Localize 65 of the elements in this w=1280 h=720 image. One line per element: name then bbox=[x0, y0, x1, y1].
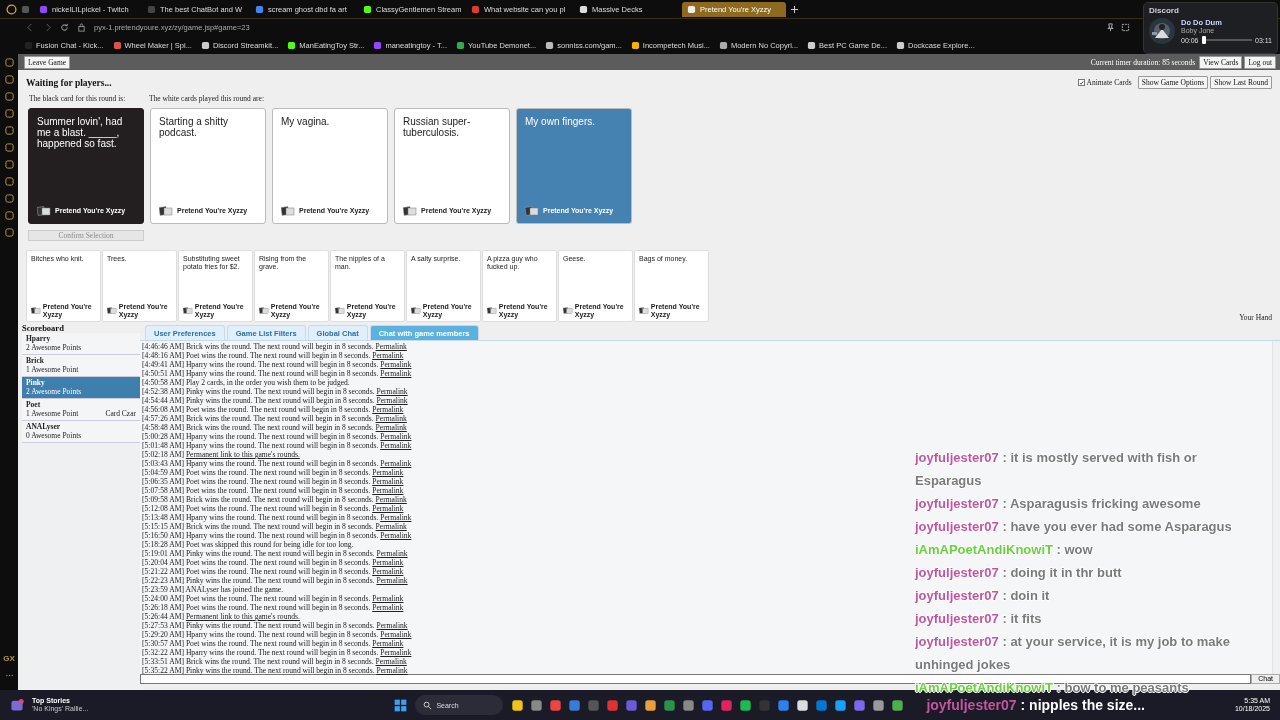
news-icon[interactable] bbox=[10, 698, 24, 712]
snapshot-icon[interactable] bbox=[1121, 23, 1130, 32]
cards-logo-icon bbox=[37, 206, 51, 216]
game-status: Waiting for players... bbox=[26, 77, 112, 88]
stream-chat-message: joyfuljester07 : Asparagusis fricking awesome bbox=[915, 495, 1202, 513]
stream-chat-message: joyfuljester07 : have you ever had some Asparagus bbox=[915, 518, 1233, 536]
browser-logo-icon[interactable] bbox=[6, 3, 17, 15]
stream-chat-message: joyfuljester07 : doing it in thr butt bbox=[915, 564, 1123, 582]
site-icon bbox=[471, 4, 480, 14]
site-icon bbox=[630, 40, 640, 50]
stream-chat-message: joyfuljester07 : at your service, it is my job to make unhinged jokes bbox=[915, 633, 1232, 674]
taskbar-app-icon[interactable] bbox=[834, 698, 848, 712]
site-icon bbox=[373, 40, 383, 50]
cards-logo-icon bbox=[281, 206, 295, 216]
new-tab-icon[interactable] bbox=[790, 4, 799, 14]
site-icon bbox=[545, 40, 555, 50]
scrollbar[interactable] bbox=[1272, 341, 1280, 674]
cards-logo-icon bbox=[259, 307, 269, 314]
site-icon bbox=[807, 40, 817, 50]
cards-logo-icon bbox=[159, 206, 173, 216]
cards-logo-icon bbox=[107, 307, 117, 314]
cards-logo-icon bbox=[403, 206, 417, 216]
cards-logo-icon bbox=[411, 307, 421, 314]
taskbar-app-icon[interactable] bbox=[644, 698, 658, 712]
site-icon bbox=[363, 4, 372, 14]
stream-chat-message: joyfuljester07 : it is mostly served with fish or Esparagus bbox=[915, 449, 1198, 490]
chat-input[interactable] bbox=[140, 674, 1252, 684]
stream-chat-message: joyfuljester07 : doin it bbox=[915, 587, 1051, 605]
cards-logo-icon bbox=[31, 307, 41, 314]
cards-logo-icon bbox=[525, 206, 539, 216]
cards-logo-icon bbox=[487, 307, 497, 314]
site-icon bbox=[112, 40, 122, 50]
site-icon bbox=[718, 40, 728, 50]
site-icon bbox=[287, 40, 297, 50]
site-icon bbox=[455, 40, 465, 50]
site-icon bbox=[200, 40, 210, 50]
site-icon bbox=[896, 40, 905, 50]
taskbar-app-icon[interactable] bbox=[891, 698, 905, 712]
site-icon bbox=[579, 4, 588, 14]
windows-start-icon[interactable] bbox=[394, 698, 408, 712]
taskbar-app-icon[interactable] bbox=[511, 698, 525, 712]
animate-cards-checkbox[interactable] bbox=[1077, 79, 1085, 86]
cards-logo-icon bbox=[563, 307, 573, 314]
taskbar-app-icon[interactable] bbox=[796, 698, 810, 712]
stream-chat-message: joyfuljester07 : nipples the size... bbox=[926, 697, 1145, 713]
cards-logo-icon bbox=[639, 307, 649, 314]
search-icon bbox=[423, 700, 433, 710]
cards-logo-icon bbox=[335, 307, 345, 314]
reload-icon[interactable] bbox=[60, 23, 69, 32]
lock-icon[interactable] bbox=[77, 23, 86, 32]
stream-chat-message: iAmAPoetAndiKnowiT : wow bbox=[915, 541, 1094, 559]
taskbar-app-icon[interactable] bbox=[739, 698, 753, 712]
widget-title: Discord bbox=[1149, 6, 1180, 15]
progress-thumb[interactable] bbox=[1202, 36, 1207, 44]
stream-chat-message: joyfuljester07 : it fits bbox=[915, 610, 1043, 628]
pin-icon[interactable] bbox=[1106, 23, 1115, 32]
progress-track[interactable] bbox=[1201, 36, 1252, 44]
site-icon bbox=[255, 4, 264, 14]
site-icon bbox=[147, 4, 156, 14]
site-icon bbox=[687, 4, 696, 14]
taskbar-app-icon[interactable] bbox=[872, 698, 886, 712]
site-icon bbox=[39, 4, 48, 14]
cards-logo-icon bbox=[183, 307, 193, 314]
sidebar-label[interactable]: GX bbox=[3, 654, 15, 663]
tab-menu-icon[interactable] bbox=[21, 4, 30, 14]
